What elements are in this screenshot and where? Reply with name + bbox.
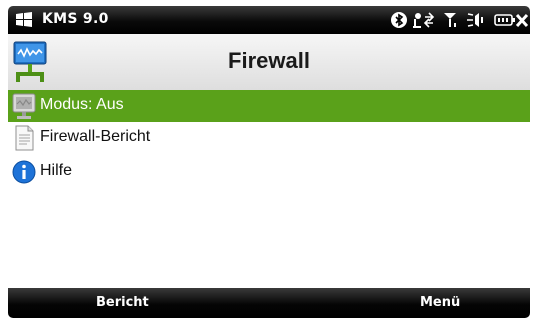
connectivity-icon[interactable]	[412, 11, 436, 29]
device-screen: KMS 9.0 Firewall Modus: Aus Firewall-Ber…	[0, 0, 536, 320]
info-icon	[12, 160, 36, 184]
list-item-label: Firewall-Bericht	[40, 128, 151, 145]
close-icon[interactable]	[515, 11, 529, 29]
list-item-mode[interactable]: Modus: Aus	[8, 90, 530, 122]
windows-start-icon[interactable]	[14, 10, 34, 30]
document-icon	[15, 125, 34, 151]
list-item-label: Hilfe	[40, 162, 73, 179]
page-title: Firewall	[228, 48, 310, 73]
battery-icon[interactable]	[494, 11, 516, 29]
softkey-bar: Bericht Menü	[8, 288, 530, 318]
monitor-icon	[12, 93, 36, 119]
softkey-report-button[interactable]: Bericht	[96, 295, 149, 310]
status-bar: KMS 9.0	[8, 6, 530, 34]
bluetooth-icon[interactable]	[390, 11, 408, 29]
page-header: Firewall	[8, 34, 530, 91]
list-item-label: Modus: Aus	[40, 96, 124, 113]
signal-icon[interactable]	[442, 11, 460, 29]
softkey-menu-button[interactable]: Menü	[420, 295, 460, 310]
app-title: KMS 9.0	[42, 11, 109, 27]
volume-icon[interactable]	[466, 11, 488, 29]
list-item-help[interactable]: Hilfe	[8, 156, 530, 188]
list-item-firewall-report[interactable]: Firewall-Bericht	[8, 122, 530, 154]
